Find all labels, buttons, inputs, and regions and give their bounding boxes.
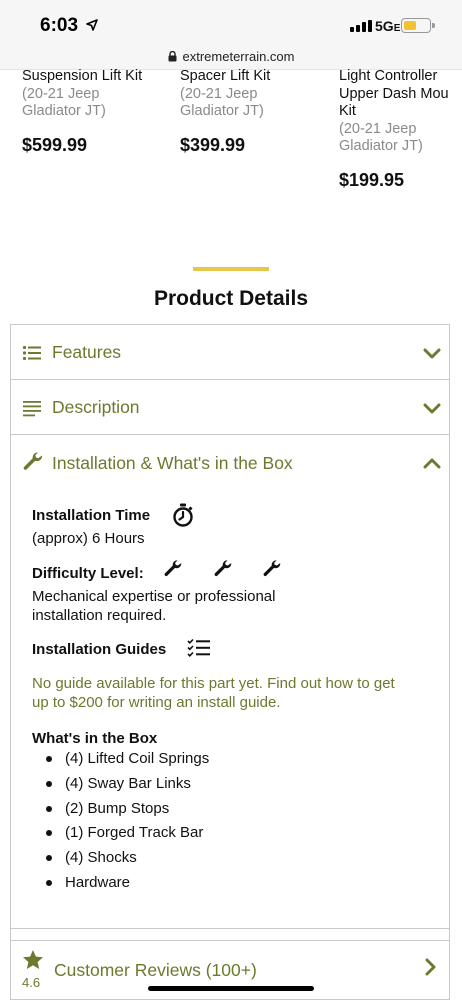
list-item: Hardware — [33, 873, 209, 898]
lines-icon — [23, 401, 41, 417]
product-title[interactable]: Kit — [339, 103, 449, 121]
product-price: $599.99 — [22, 134, 88, 155]
wrench-icon — [23, 452, 43, 470]
status-time: 6:03 — [40, 15, 79, 36]
installation-time-value: (approx) 6 Hours — [32, 530, 145, 547]
chevron-up-icon[interactable] — [423, 455, 441, 473]
location-arrow-icon — [86, 19, 98, 31]
chevron-down-icon[interactable] — [423, 344, 441, 362]
list-icon — [22, 345, 41, 361]
guides-message[interactable]: No guide available for this part yet. Fi… — [32, 674, 395, 694]
lock-icon — [168, 51, 176, 62]
wrench-icon — [263, 560, 281, 577]
checklist-icon — [187, 638, 210, 657]
installation-panel: Installation Time (approx) 6 Hours Diffi… — [11, 491, 449, 929]
box-items-list: (4) Lifted Coil Springs (4) Sway Bar Lin… — [33, 749, 209, 898]
list-item: (4) Shocks — [33, 848, 209, 873]
product-fitment: (20-21 Jeep — [22, 85, 100, 102]
status-bar: 6:03 5GE — [0, 0, 462, 44]
star-icon — [23, 950, 43, 969]
product-fitment: Gladiator JT) — [339, 138, 423, 154]
difficulty-text: Mechanical expertise or professional — [32, 588, 276, 605]
address-bar[interactable]: extremeterrain.com — [0, 44, 462, 70]
product-title[interactable]: Upper Dash Mou — [339, 86, 449, 104]
product-details-accordion: Features Description Installation & What… — [10, 324, 450, 1000]
list-item: (4) Lifted Coil Springs — [33, 749, 209, 774]
guides-message[interactable]: up to $200 for writing an install guide. — [32, 693, 281, 713]
product-card[interactable]: Suspension Lift Kit (20-21 Jeep Gladiato… — [22, 68, 142, 154]
product-fitment: Gladiator JT) — [22, 103, 106, 119]
product-fitment: Gladiator JT) — [180, 103, 264, 119]
product-price: $399.99 — [180, 134, 246, 155]
stopwatch-icon — [173, 503, 193, 527]
network-label: 5GE — [375, 18, 401, 34]
chevron-down-icon[interactable] — [423, 399, 441, 417]
difficulty-text: installation required. — [32, 607, 167, 624]
reviews-label: Customer Reviews (100+) — [54, 960, 257, 980]
reviews-accordion-header[interactable]: 4.6 Customer Reviews (100+) — [11, 940, 449, 1000]
list-item: (1) Forged Track Bar — [33, 823, 209, 848]
installation-time-label: Installation Time — [32, 507, 151, 524]
signal-icon — [350, 20, 372, 32]
wrench-icon — [164, 560, 182, 577]
url-text: extremeterrain.com — [182, 49, 295, 64]
installation-label: Installation & What's in the Box — [52, 452, 293, 473]
section-divider — [193, 267, 269, 271]
installation-accordion-header[interactable]: Installation & What's in the Box — [11, 435, 449, 491]
wrench-icon — [214, 560, 232, 577]
product-title[interactable]: Suspension Lift Kit — [22, 68, 142, 86]
features-accordion-header[interactable]: Features — [11, 325, 449, 380]
home-indicator[interactable] — [148, 986, 314, 991]
difficulty-label: Difficulty Level: — [32, 565, 144, 582]
battery-icon — [401, 18, 435, 33]
product-card[interactable]: Light Controller Upper Dash Mou Kit (20-… — [339, 68, 449, 189]
description-label: Description — [52, 396, 140, 417]
product-title[interactable]: Spacer Lift Kit — [180, 68, 270, 86]
product-fitment: (20-21 Jeep — [339, 120, 417, 137]
whats-in-box-label: What's in the Box — [32, 730, 158, 747]
product-fitment: (20-21 Jeep — [180, 85, 258, 102]
description-accordion-header[interactable]: Description — [11, 380, 449, 435]
installation-guides-label: Installation Guides — [32, 641, 167, 658]
page-title: Product Details — [153, 287, 309, 310]
list-item: (4) Sway Bar Links — [33, 774, 209, 799]
rating-value: 4.6 — [22, 975, 41, 990]
product-price: $199.95 — [339, 169, 405, 190]
features-label: Features — [52, 341, 122, 362]
product-card[interactable]: Spacer Lift Kit (20-21 Jeep Gladiator JT… — [180, 68, 270, 154]
list-item: (2) Bump Stops — [33, 799, 209, 824]
product-title[interactable]: Light Controller — [339, 68, 449, 86]
chevron-right-icon[interactable] — [421, 958, 439, 976]
